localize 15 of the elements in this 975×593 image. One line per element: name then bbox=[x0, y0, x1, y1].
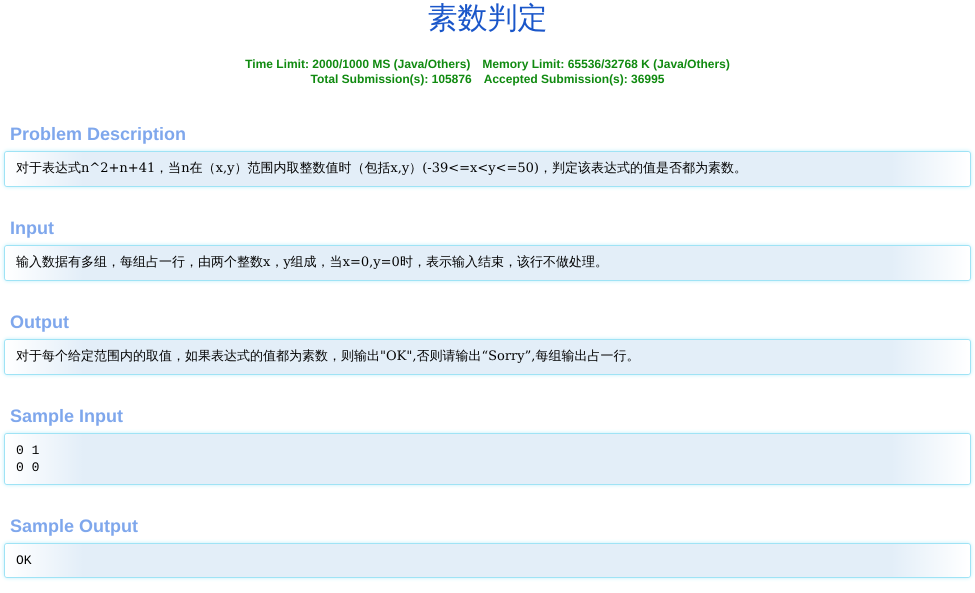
code-block: OK bbox=[4, 543, 971, 578]
problem-title: 素数判定 bbox=[428, 1, 548, 37]
code-block: 0 1 0 0 bbox=[4, 433, 971, 485]
section-heading: Output bbox=[9, 311, 70, 333]
section-heading: Problem Description bbox=[9, 123, 188, 145]
section-heading: Sample Output bbox=[9, 515, 140, 537]
paragraph: 对于每个给定范围内的取值，如果表达式的值都为素数，则输出"OK",否则请输出“Sorry”,每组输出占一行。 bbox=[16, 348, 640, 366]
paragraph: 对于表达式n^2+n+41，当n在（x,y）范围内取整数值时（包括x,y）(-39<=x<y<=50)，判定该表达式的值是否都为素数。 bbox=[16, 160, 748, 178]
submission-count: Total Submission(s): 105876 bbox=[310, 72, 472, 87]
submission-count: Accepted Submission(s): 36995 bbox=[484, 72, 664, 87]
section-heading: Sample Input bbox=[9, 405, 124, 427]
paragraph: 输入数据有多组，每组占一行，由两个整数x，y组成，当x=0,y=0时，表示输入结束，该行不做处理。 bbox=[16, 254, 609, 272]
limit-info: Time Limit: 2000/1000 MS (Java/Others) bbox=[245, 57, 470, 72]
limit-info: Memory Limit: 65536/32768 K (Java/Others) bbox=[482, 57, 730, 72]
section-heading: Input bbox=[9, 217, 55, 239]
